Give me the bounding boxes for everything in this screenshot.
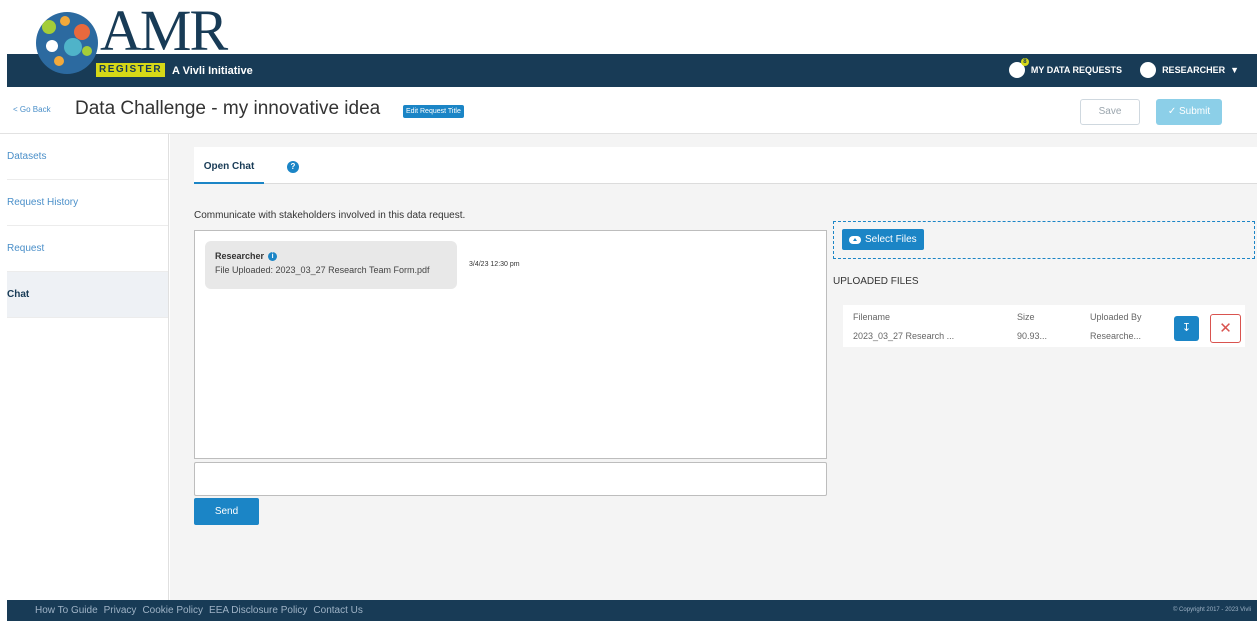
send-button[interactable]: Send: [194, 498, 259, 525]
logo-circle-icon: [36, 12, 98, 74]
delete-file-button[interactable]: ✕: [1210, 314, 1241, 343]
sidebar-item-datasets[interactable]: Datasets: [7, 134, 168, 180]
tab-open-chat[interactable]: Open Chat: [194, 147, 264, 184]
logo-register-tag: REGISTER: [96, 63, 166, 77]
app-header: AMR REGISTER A Vivli Initiative 8 MY DAT…: [0, 0, 1257, 88]
footer-link-eea-disclosure[interactable]: EEA Disclosure Policy: [209, 605, 307, 616]
user-avatar-icon: [1140, 62, 1157, 78]
requests-list-icon: 8: [1008, 58, 1029, 78]
chat-messages-panel: Researcher i File Uploaded: 2023_03_27 R…: [194, 230, 827, 459]
user-menu[interactable]: RESEARCHER ▼: [1140, 62, 1239, 78]
chat-intro-text: Communicate with stakeholders involved i…: [194, 210, 466, 221]
select-files-label: Select Files: [865, 234, 917, 245]
chevron-down-icon: ▼: [1230, 65, 1239, 75]
my-data-requests-link[interactable]: 8 MY DATA REQUESTS: [1008, 58, 1123, 78]
logo-wordmark: AMR: [100, 0, 228, 63]
uploaded-files-heading: UPLOADED FILES: [833, 276, 919, 287]
save-button[interactable]: Save: [1080, 99, 1140, 125]
sidebar-item-request-history[interactable]: Request History: [7, 180, 168, 226]
sidebar-item-chat[interactable]: Chat: [7, 272, 168, 318]
request-titlebar: < Go Back Data Challenge - my innovative…: [0, 88, 1257, 134]
chat-message: Researcher i File Uploaded: 2023_03_27 R…: [205, 241, 457, 289]
footer-link-cookie-policy[interactable]: Cookie Policy: [142, 605, 203, 616]
go-back-link[interactable]: < Go Back: [13, 105, 51, 114]
message-author: Researcher i: [215, 251, 447, 261]
copyright-text: © Copyright 2017 - 2023 Vivli: [1172, 607, 1251, 613]
file-row-size: 90.93...: [1017, 331, 1048, 341]
footer-link-privacy[interactable]: Privacy: [104, 605, 137, 616]
footer-link-contact-us[interactable]: Contact Us: [313, 605, 362, 616]
file-row-uploaded-by: Researche...: [1090, 331, 1142, 341]
submit-button[interactable]: ✓ Submit: [1156, 99, 1222, 125]
main-content: Open Chat ? Communicate with stakeholder…: [170, 134, 1257, 600]
column-header-size: Size: [1017, 312, 1035, 322]
page-title: Data Challenge - my innovative idea: [75, 98, 381, 119]
column-header-uploaded-by: Uploaded By: [1090, 312, 1142, 322]
requests-count-badge: 8: [1020, 58, 1029, 66]
app-footer: How To Guide Privacy Cookie Policy EEA D…: [7, 600, 1257, 621]
edit-request-title-button[interactable]: Edit Request Title: [403, 105, 464, 118]
select-files-button[interactable]: Select Files: [842, 229, 924, 250]
submit-label: Submit: [1179, 106, 1211, 117]
file-row-filename: 2023_03_27 Research ...: [853, 331, 955, 341]
logo-tagline: A Vivli Initiative: [172, 65, 253, 77]
chat-message-input[interactable]: [194, 462, 827, 496]
amr-register-logo[interactable]: AMR REGISTER A Vivli Initiative: [36, 2, 266, 78]
cloud-upload-icon: [849, 235, 861, 244]
uploaded-files-table: Filename Size Uploaded By 2023_03_27 Res…: [843, 305, 1245, 347]
download-icon: ↧: [1181, 322, 1192, 334]
user-menu-label: RESEARCHER: [1162, 65, 1226, 75]
sidebar: Datasets Request History Request Chat: [7, 134, 169, 600]
footer-link-how-to-guide[interactable]: How To Guide: [35, 605, 98, 616]
message-text: File Uploaded: 2023_03_27 Research Team …: [215, 265, 430, 275]
help-icon[interactable]: ?: [287, 161, 299, 173]
my-data-requests-label: MY DATA REQUESTS: [1030, 65, 1123, 75]
download-file-button[interactable]: ↧: [1174, 316, 1199, 341]
close-icon: ✕: [1219, 320, 1232, 337]
info-icon[interactable]: i: [268, 251, 278, 261]
file-dropzone[interactable]: Select Files: [833, 221, 1255, 259]
check-icon: ✓: [1167, 106, 1177, 117]
message-author-name: Researcher: [215, 251, 265, 261]
column-header-filename: Filename: [853, 312, 891, 322]
tab-bar: Open Chat ?: [194, 147, 1257, 184]
message-timestamp: 3/4/23 12:30 pm: [469, 261, 520, 268]
sidebar-item-request[interactable]: Request: [7, 226, 168, 272]
header-nav: 8 MY DATA REQUESTS RESEARCHER ▼: [991, 58, 1239, 78]
